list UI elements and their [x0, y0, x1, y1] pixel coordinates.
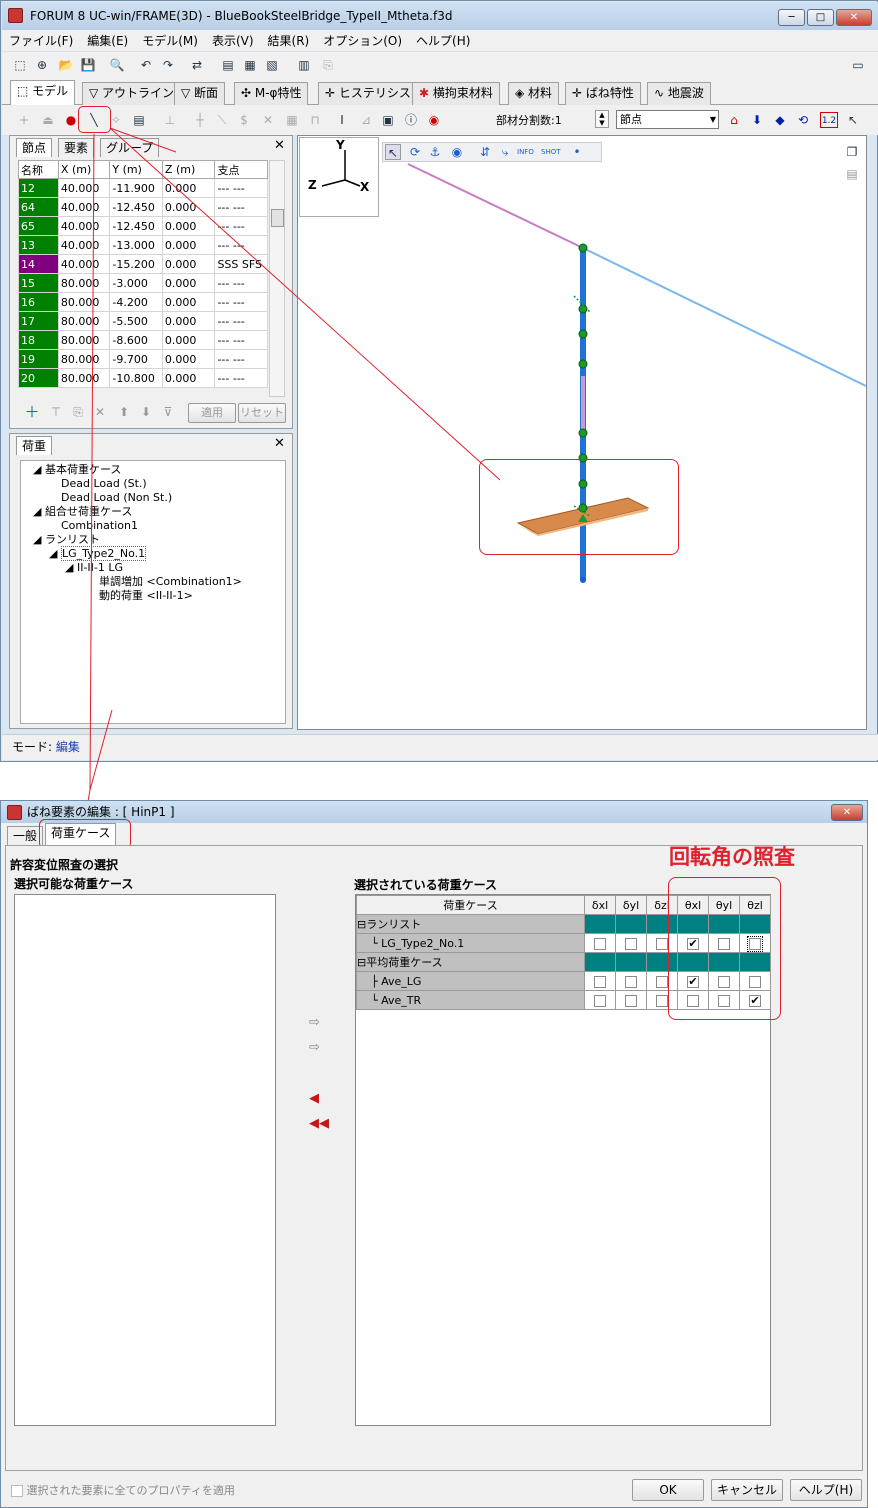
selected-label: 選択されている荷重ケース — [354, 878, 498, 892]
collapse-icon[interactable]: ⊟ — [358, 956, 367, 969]
apply-all-option[interactable]: 選択された要素に全てのプロパティを適用 — [11, 1482, 235, 1498]
available-label: 選択可能な荷重ケース — [14, 877, 134, 891]
callout-line — [89, 709, 113, 791]
callout-line — [109, 127, 177, 153]
tree-connector-icon: ├ — [371, 974, 382, 988]
dialog-close-button[interactable]: ✕ — [831, 804, 863, 821]
move-left-icon[interactable]: ◀ — [309, 1092, 319, 1105]
tree-connector-icon: └ — [371, 936, 382, 950]
apply-all-label: 選択された要素に全てのプロパティを適用 — [26, 1484, 235, 1497]
load-case-label: Ave_TR — [381, 993, 422, 1007]
dialog-title: ばね要素の編集 : [ HinP1 ] — [27, 805, 175, 819]
callout-line — [89, 133, 95, 791]
checkbox[interactable] — [594, 994, 606, 1007]
checkbox[interactable] — [625, 975, 637, 988]
collapse-icon[interactable]: ⊟ — [358, 918, 367, 931]
section-title: 許容変位照査の選択 — [10, 858, 119, 872]
col-load-case: 荷重ケース — [356, 895, 585, 915]
callout-lines — [85, 127, 501, 810]
checkbox[interactable] — [594, 937, 606, 950]
checkbox[interactable] — [11, 1485, 23, 1497]
group-label: 平均荷重ケース — [366, 956, 443, 969]
load-case-label: Ave_LG — [381, 974, 422, 988]
dialog-icon — [7, 805, 22, 820]
callout-line — [109, 127, 501, 481]
checkbox[interactable] — [594, 975, 606, 988]
spring-edit-dialog: ばね要素の編集 : [ HinP1 ] ✕ 一般 荷重ケース 許容変位照査の選択… — [0, 800, 868, 1508]
checkbox[interactable] — [656, 937, 668, 950]
ok-button[interactable]: OK — [632, 1479, 704, 1501]
dialog-title-bar: ばね要素の編集 : [ HinP1 ] — [1, 801, 867, 823]
annotation-text: 回転角の照査 — [669, 845, 795, 869]
highlight-box — [668, 877, 781, 1020]
checkbox[interactable] — [656, 975, 668, 988]
checkbox[interactable] — [656, 994, 668, 1007]
col-dyl: δyl — [615, 895, 647, 915]
load-case-label: LG_Type2_No.1 — [381, 936, 465, 950]
available-list[interactable] — [14, 894, 276, 1426]
checkbox[interactable] — [625, 937, 637, 950]
move-all-left-icon[interactable]: ◀◀ — [309, 1117, 329, 1130]
tab-general[interactable]: 一般 — [7, 826, 44, 845]
group-label: ランリスト — [366, 918, 422, 931]
checkbox[interactable] — [625, 994, 637, 1007]
move-all-right-icon[interactable]: ⇨ — [309, 1041, 320, 1054]
col-dxl: δxl — [584, 895, 616, 915]
cancel-button[interactable]: キャンセル — [711, 1479, 783, 1501]
tree-connector-icon: └ — [371, 993, 382, 1007]
move-right-icon[interactable]: ⇨ — [309, 1016, 320, 1029]
help-button[interactable]: ヘルプ(H) — [790, 1479, 862, 1501]
